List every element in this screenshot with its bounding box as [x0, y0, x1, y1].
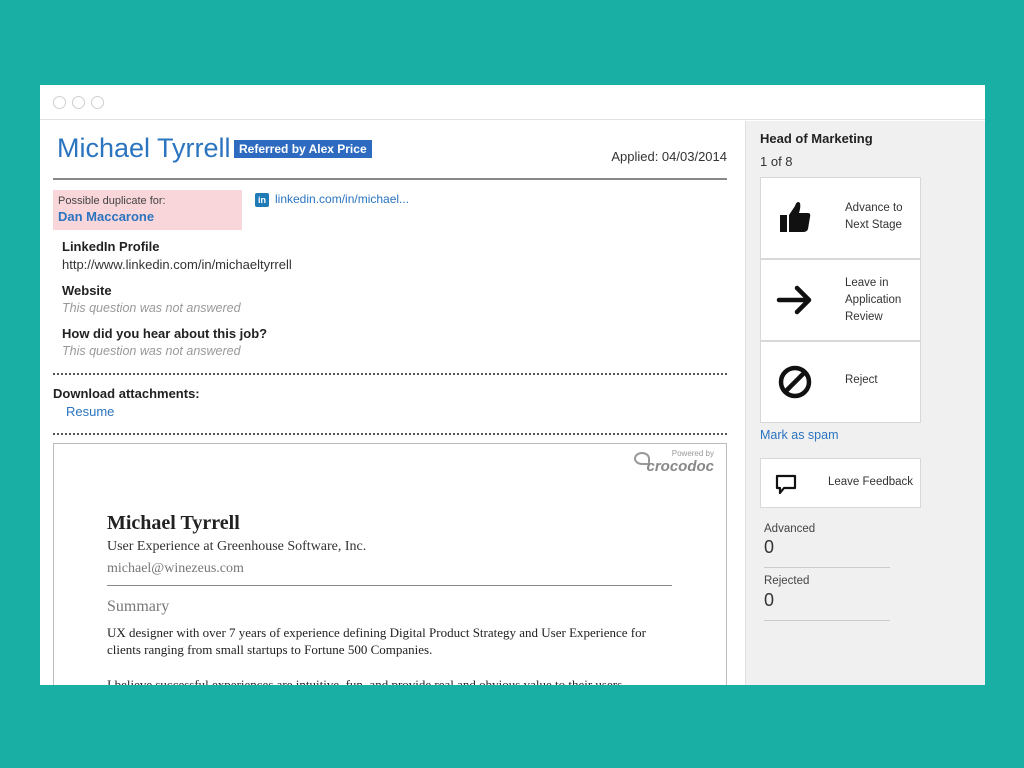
- section-divider: [53, 433, 727, 435]
- stat-divider: [764, 567, 890, 568]
- thumbs-up-icon: [780, 202, 811, 232]
- advance-button[interactable]: Advance to Next Stage: [760, 177, 921, 259]
- resume-name: Michael Tyrrell: [107, 512, 240, 534]
- resume-divider: [107, 585, 672, 586]
- review-sidebar: Head of Marketing 1 of 8 Advance to Next…: [745, 121, 985, 685]
- linkedin-link[interactable]: linkedin.com/in/michael...: [275, 192, 409, 206]
- question-linkedin-title: LinkedIn Profile: [62, 239, 160, 254]
- advance-label: Advance to Next Stage: [845, 202, 903, 231]
- rejected-stat-label: Rejected: [764, 575, 810, 587]
- app-window: Michael Tyrrell Referred by Alex Price A…: [40, 85, 985, 685]
- candidate-name: Michael Tyrrell: [57, 133, 231, 163]
- window-minimize-button[interactable]: [72, 96, 85, 109]
- leave-feedback-button[interactable]: Leave Feedback: [760, 458, 921, 508]
- referral-badge: Referred by Alex Price: [234, 140, 372, 158]
- candidate-position: 1 of 8: [760, 154, 793, 169]
- question-source-title: How did you hear about this job?: [62, 326, 268, 341]
- prohibited-icon: [778, 365, 812, 399]
- question-source-answer: This question was not answered: [62, 344, 241, 358]
- resume-email: michael@winezeus.com: [107, 561, 244, 576]
- reject-button[interactable]: Reject: [760, 341, 921, 423]
- window-zoom-button[interactable]: [91, 96, 104, 109]
- duplicate-candidate-link[interactable]: Dan Maccarone: [58, 209, 237, 224]
- resume-paragraph: I believe successful experiences are int…: [107, 677, 626, 685]
- resume-paragraph: UX designer with over 7 years of experie…: [107, 625, 646, 657]
- leave-feedback-label: Leave Feedback: [828, 476, 914, 488]
- job-title: Head of Marketing: [760, 131, 873, 146]
- attachments-title: Download attachments:: [53, 386, 200, 401]
- question-linkedin-answer: http://www.linkedin.com/in/michaeltyrrel…: [62, 257, 292, 272]
- powered-by-badge: Powered by crocodoc: [646, 449, 714, 475]
- powered-by-label: Powered by: [671, 449, 714, 458]
- resume-job-title: User Experience at Greenhouse Software, …: [107, 539, 367, 554]
- stat-divider: [764, 620, 890, 621]
- window-titlebar: [40, 85, 985, 120]
- mark-as-spam-link[interactable]: Mark as spam: [760, 428, 839, 442]
- arrow-right-icon: [776, 285, 812, 315]
- candidate-main-panel: Michael Tyrrell Referred by Alex Price A…: [40, 121, 745, 685]
- advanced-stat-label: Advanced: [764, 523, 816, 535]
- question-website-title: Website: [62, 283, 112, 298]
- leave-in-review-label: Leave in Application Review: [845, 277, 902, 323]
- resume-section-heading: Summary: [107, 598, 170, 615]
- leave-in-review-button[interactable]: Leave in Application Review: [760, 259, 921, 341]
- advanced-stat-value: 0: [764, 537, 775, 557]
- speech-bubble-icon: [775, 474, 797, 495]
- question-website-answer: This question was not answered: [62, 301, 241, 315]
- applied-date: Applied: 04/03/2014: [611, 149, 727, 164]
- crocodoc-brand: crocodoc: [646, 458, 714, 475]
- reject-label: Reject: [845, 374, 878, 386]
- header-divider: [53, 178, 727, 180]
- document-viewer[interactable]: Powered by crocodoc Michael Tyrrell User…: [53, 443, 727, 685]
- duplicate-label: Possible duplicate for:: [58, 195, 166, 207]
- rejected-stat-value: 0: [764, 590, 775, 610]
- duplicate-notice: Possible duplicate for: Dan Maccarone: [53, 190, 242, 230]
- section-divider: [53, 373, 727, 375]
- linkedin-icon[interactable]: in: [255, 193, 269, 207]
- window-close-button[interactable]: [53, 96, 66, 109]
- resume-download-link[interactable]: Resume: [66, 404, 114, 419]
